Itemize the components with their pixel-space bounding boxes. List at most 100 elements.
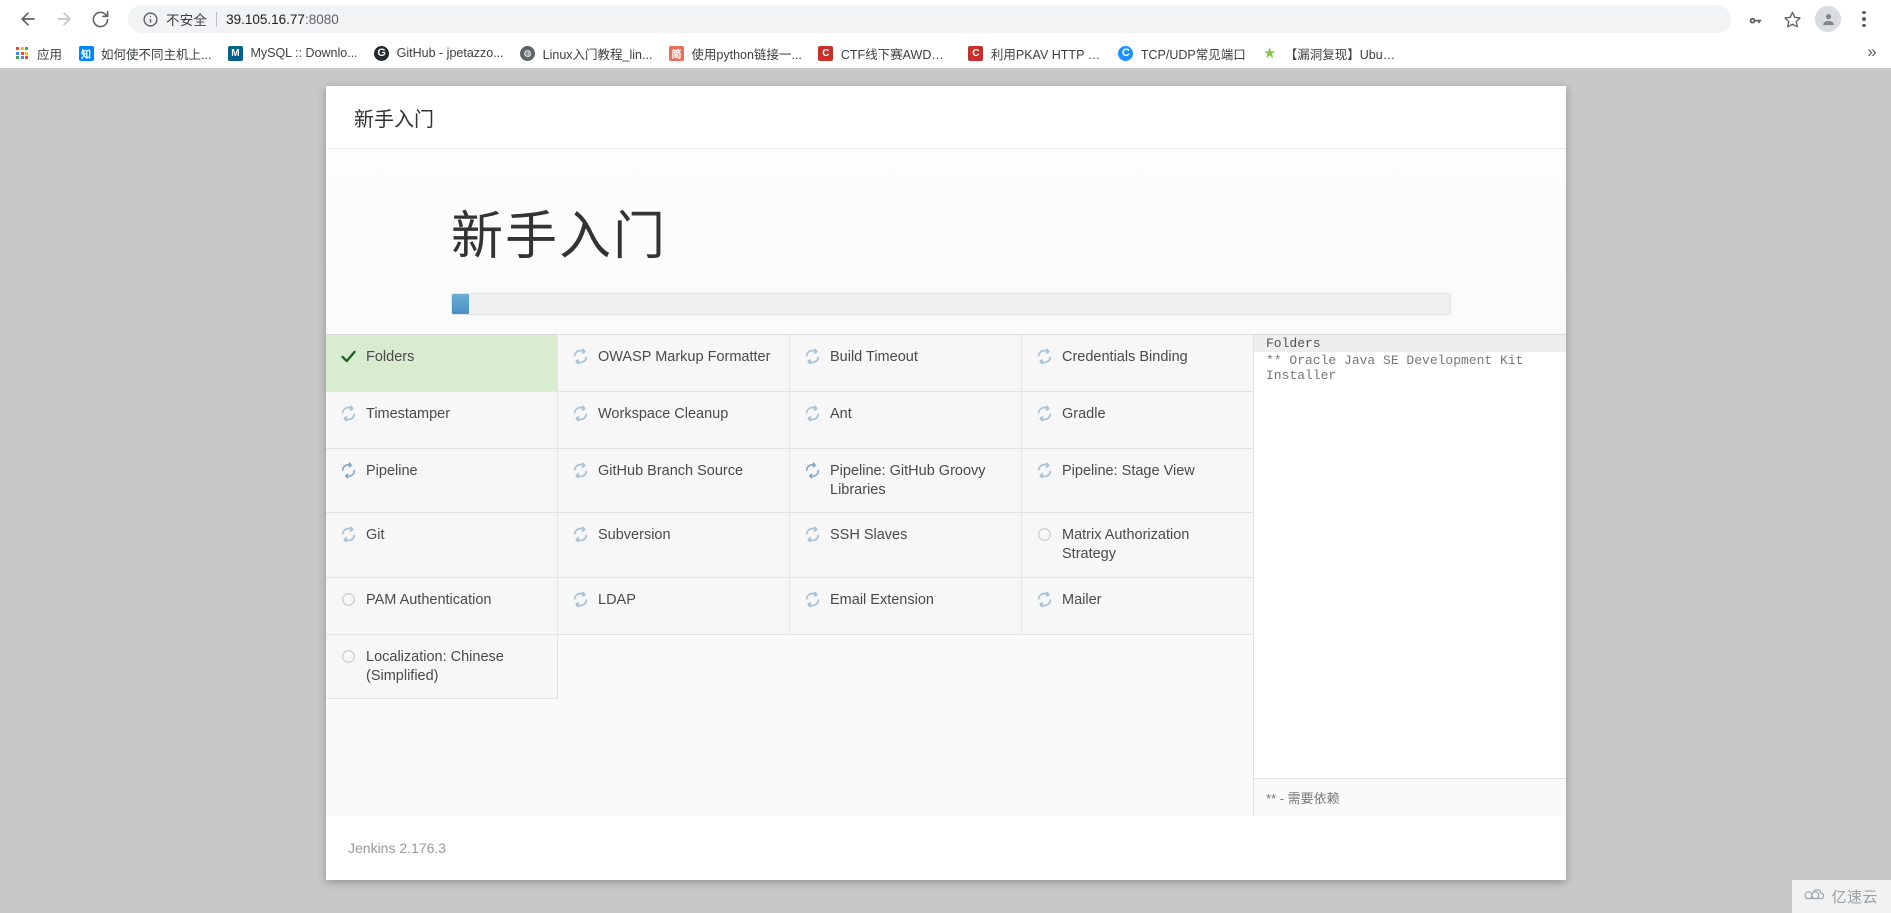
plugin-name: Credentials Binding: [1062, 349, 1188, 365]
watermark-text: 亿速云: [1831, 889, 1878, 906]
watermark: 亿速云: [1792, 880, 1891, 913]
plugin-cell: Mailer: [1022, 577, 1254, 635]
toolbar-icon-group: [1739, 2, 1881, 36]
plugin-cell: Credentials Binding: [1022, 335, 1254, 392]
plugin-name: Subversion: [598, 527, 671, 544]
csdn-icon: C: [968, 45, 984, 61]
plugin-name: Mailer: [1062, 591, 1102, 608]
bookmark-item-3[interactable]: ◍ Linux入门教程_lin...: [512, 40, 661, 66]
url-host: 39.105.16.77: [226, 11, 305, 27]
install-hero: 新手入门: [326, 149, 1566, 263]
back-button[interactable]: [10, 1, 46, 37]
profile-avatar[interactable]: [1811, 2, 1845, 36]
globe-icon: ◍: [520, 45, 536, 61]
browser-chrome: 不安全 39.105.16.77:8080 应用 知 如何使不同主机上... M…: [0, 0, 1891, 68]
refresh-icon: [1037, 591, 1052, 607]
bookmark-item-8[interactable]: ★ 【漏洞复现】Ubun...: [1254, 40, 1404, 66]
plugin-name: SSH Slaves: [830, 527, 908, 544]
bookmark-label-5: CTF线下赛AWD总...: [840, 47, 952, 62]
page-viewport: 新手入门 新手入门 Folders OWASP Markup Formatter B…: [0, 68, 1891, 913]
bookmark-item-2[interactable]: G GitHub - jpetazzo...: [366, 40, 512, 66]
bookmark-label-2: GitHub - jpetazzo...: [396, 46, 504, 60]
install-log-pane: Folders ** Oracle Java SE Development Kit…: [1254, 335, 1566, 816]
refresh-icon: [573, 405, 588, 422]
plugin-cell: SSH Slaves: [790, 513, 1022, 578]
info-circle-icon[interactable]: [142, 11, 159, 28]
plugin-name: Folders: [366, 349, 415, 365]
plugin-name: Pipeline: GitHub Groovy Libraries: [830, 463, 986, 499]
log-line: ** Oracle Java SE Development Kit Instal…: [1266, 353, 1532, 384]
bookmarks-overflow-button[interactable]: »: [1861, 42, 1883, 62]
apps-grid-icon: [14, 45, 30, 61]
github-icon: G: [374, 45, 390, 61]
plugin-cell: Subversion: [558, 513, 790, 578]
bookmark-item-4[interactable]: 简 使用python链接一...: [660, 40, 809, 66]
plugin-name: Pipeline: Stage View: [1062, 463, 1195, 479]
reload-button[interactable]: [82, 1, 118, 37]
plugin-status-grid: Folders OWASP Markup Formatter Build Timeo…: [326, 335, 1254, 816]
plugin-name: Email Extension: [830, 591, 934, 608]
check-icon: [341, 350, 356, 363]
bookmark-item-0[interactable]: 知 如何使不同主机上...: [70, 40, 219, 66]
jenkins-version-label: Jenkins 2.176.3: [348, 840, 447, 856]
mysql-icon: M: [227, 45, 243, 61]
bookmark-item-1[interactable]: M MySQL :: Downlo...: [219, 40, 365, 66]
plugin-cell: GitHub Branch Source: [558, 449, 790, 514]
plugin-name: Build Timeout: [830, 349, 918, 365]
plugin-cell: Gradle: [1022, 392, 1254, 449]
pending-circle-icon: [342, 649, 355, 663]
kebab-icon: [1862, 10, 1866, 28]
plugin-name: Timestamper: [366, 406, 451, 422]
plugin-cell: Workspace Cleanup: [558, 392, 790, 449]
refresh-icon: [573, 462, 588, 479]
cloud-icon: [1803, 887, 1825, 907]
three-dot-menu[interactable]: [1847, 2, 1881, 36]
bookmark-label-3: Linux入门教程_lin...: [542, 47, 653, 62]
password-key-icon[interactable]: [1739, 2, 1773, 36]
refresh-icon: [1037, 348, 1052, 365]
refresh-icon: [805, 526, 820, 543]
jenkins-setup-card: 新手入门 新手入门 Folders OWASP Markup Formatter B…: [326, 86, 1566, 880]
address-bar[interactable]: 不安全 39.105.16.77:8080: [128, 5, 1731, 33]
bookmark-item-7[interactable]: C TCP/UDP常见端口: [1110, 40, 1254, 66]
plugin-cell-empty: [1022, 635, 1254, 699]
refresh-icon: [1037, 462, 1052, 479]
plugin-name: GitHub Branch Source: [598, 463, 744, 479]
avatar-circle: [1815, 6, 1841, 32]
plugin-cell: Ant: [790, 392, 1022, 449]
url-text: 39.105.16.77:8080: [226, 12, 339, 27]
security-status-text: 不安全: [166, 13, 208, 28]
pending-circle-icon: [342, 592, 355, 606]
install-log-body: Folders ** Oracle Java SE Development Kit…: [1254, 335, 1566, 778]
star-icon: ★: [1263, 45, 1277, 62]
install-progress-fill: [452, 294, 469, 314]
omnibox-divider: [216, 11, 218, 27]
plugin-cell: Matrix Authorization Strategy: [1022, 513, 1254, 578]
browser-toolbar: 不安全 39.105.16.77:8080: [0, 0, 1891, 38]
refresh-icon: [805, 348, 820, 365]
plugin-cell-empty: [558, 635, 790, 699]
bookmark-label-0: 如何使不同主机上...: [101, 47, 212, 62]
spinner-icon: [805, 462, 820, 479]
plugin-cell: LDAP: [558, 577, 790, 635]
bookmark-label-7: TCP/UDP常见端口: [1140, 47, 1246, 62]
card-header: 新手入门: [326, 86, 1566, 149]
bookmark-item-5[interactable]: C CTF线下赛AWD总...: [810, 40, 960, 66]
csdn-icon: C: [818, 45, 834, 61]
spinner-icon: [341, 462, 356, 479]
bookmark-item-6[interactable]: C 利用PKAV HTTP F...: [960, 40, 1110, 66]
plugin-cell: Pipeline: [326, 449, 558, 514]
plugin-cell: OWASP Markup Formatter: [558, 335, 790, 392]
jianshu-icon: 简: [668, 45, 684, 61]
plugin-name: Gradle: [1062, 406, 1106, 422]
bookmark-apps[interactable]: 应用: [6, 40, 70, 66]
forward-button[interactable]: [46, 1, 82, 37]
plugin-name: PAM Authentication: [366, 591, 492, 608]
bookmarks-bar: 应用 知 如何使不同主机上... M MySQL :: Downlo... G …: [0, 38, 1891, 68]
bookmark-star-icon[interactable]: [1775, 2, 1809, 36]
card-body: 新手入门 Folders OWASP Markup Formatter Build …: [326, 149, 1566, 816]
refresh-icon: [341, 526, 356, 543]
plugin-cell: Timestamper: [326, 392, 558, 449]
refresh-icon: [1037, 405, 1052, 422]
plugin-cell: Localization: Chinese (Simplified): [326, 634, 558, 699]
